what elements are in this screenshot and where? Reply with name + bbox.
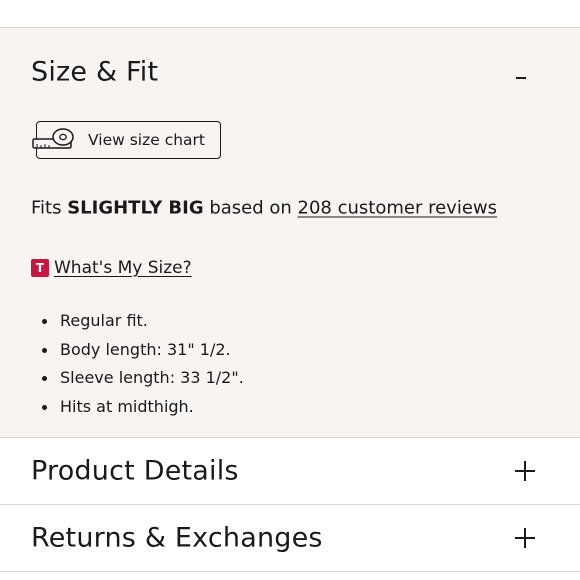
fit-summary-middle: based on	[203, 197, 298, 219]
product-details-title: Product Details	[31, 455, 239, 487]
returns-exchanges-header[interactable]: Returns & Exchanges	[0, 505, 580, 571]
section-divider	[0, 571, 580, 572]
fit-notes-list: Regular fit. Body length: 31" 1/2. Sleev…	[42, 307, 244, 421]
tape-measure-icon	[32, 128, 74, 149]
returns-exchanges-title: Returns & Exchanges	[31, 522, 323, 554]
expand-plus-icon[interactable]	[515, 528, 535, 548]
list-item: Regular fit.	[42, 307, 244, 336]
list-item: Hits at midthigh.	[42, 393, 244, 422]
view-size-chart-button[interactable]: View size chart	[32, 121, 221, 159]
collapse-minus-icon[interactable]	[513, 68, 529, 84]
view-size-chart-label: View size chart	[88, 131, 205, 149]
expand-plus-icon[interactable]	[515, 461, 535, 481]
t-badge-icon: T	[31, 259, 49, 277]
customer-reviews-link[interactable]: 208 customer reviews	[298, 198, 497, 219]
whats-my-size-link[interactable]: What's My Size?	[54, 258, 192, 278]
whats-my-size: T What's My Size?	[31, 258, 192, 278]
product-details-header[interactable]: Product Details	[0, 438, 580, 504]
fit-summary-value: SLIGHTLY BIG	[67, 197, 204, 219]
list-item: Body length: 31" 1/2.	[42, 336, 244, 365]
size-fit-section: Size & Fit View size chart Fits SLIGHTLY…	[0, 28, 580, 437]
list-item: Sleeve length: 33 1/2".	[42, 364, 244, 393]
size-fit-title[interactable]: Size & Fit	[31, 57, 158, 88]
fit-summary-prefix: Fits	[31, 197, 68, 219]
fit-summary: Fits SLIGHTLY BIG based on 208 customer …	[31, 198, 497, 219]
